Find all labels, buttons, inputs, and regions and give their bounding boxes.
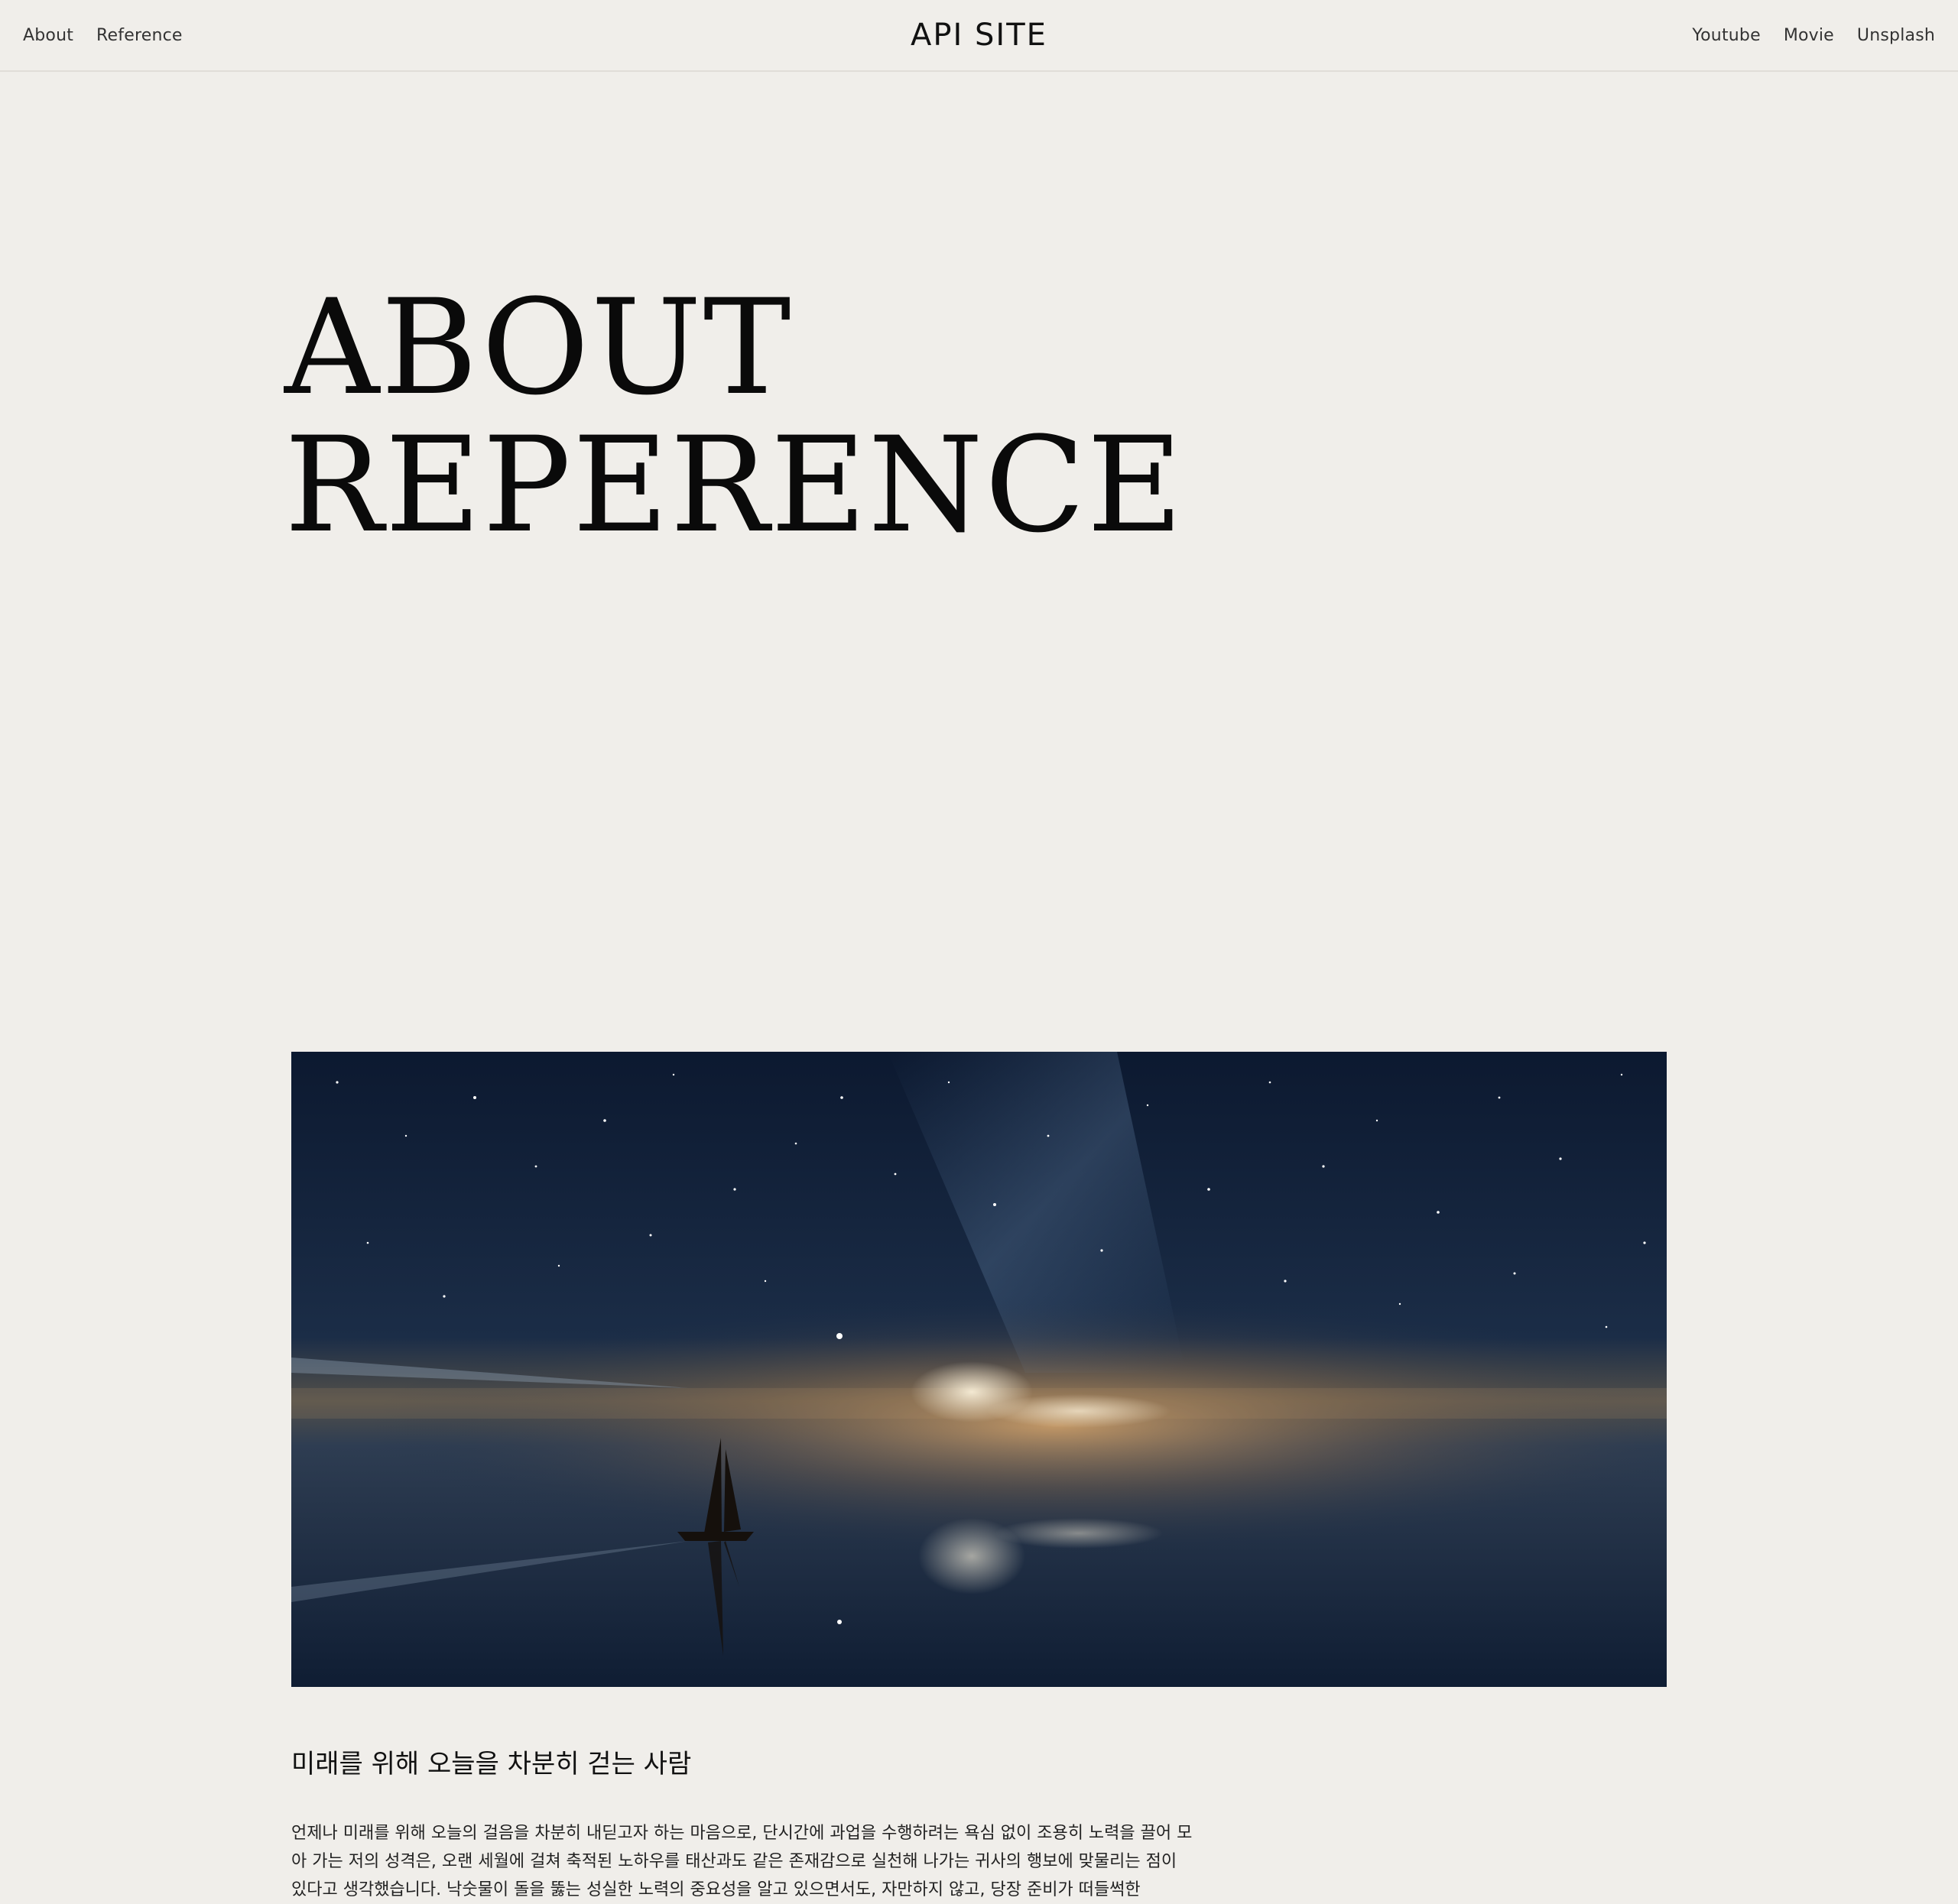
night-sea-sailboat-image <box>291 1052 1667 1687</box>
intro-subtitle: 미래를 위해 오늘을 차분히 걷는 사람 <box>291 1749 692 1779</box>
nav-youtube-link[interactable]: Youtube <box>1692 26 1760 45</box>
hero-title: ABOUT REPERENCE <box>284 279 1184 554</box>
intro-paragraph: 언제나 미래를 위해 오늘의 걸음을 차분히 내딛고자 하는 마음으로, 단시간… <box>291 1824 1193 1899</box>
nav-movie-link[interactable]: Movie <box>1784 26 1834 45</box>
nav-unsplash-link[interactable]: Unsplash <box>1857 26 1935 45</box>
site-header: About Reference API SITE Youtube Movie U… <box>0 0 1958 72</box>
right-nav: Youtube Movie Unsplash <box>1692 0 1935 70</box>
hero-title-line-2: REPERENCE <box>284 408 1185 562</box>
hero-title-line-1: ABOUT <box>284 271 793 424</box>
hero-image <box>291 1052 1667 1687</box>
site-title[interactable]: API SITE <box>0 0 1958 70</box>
